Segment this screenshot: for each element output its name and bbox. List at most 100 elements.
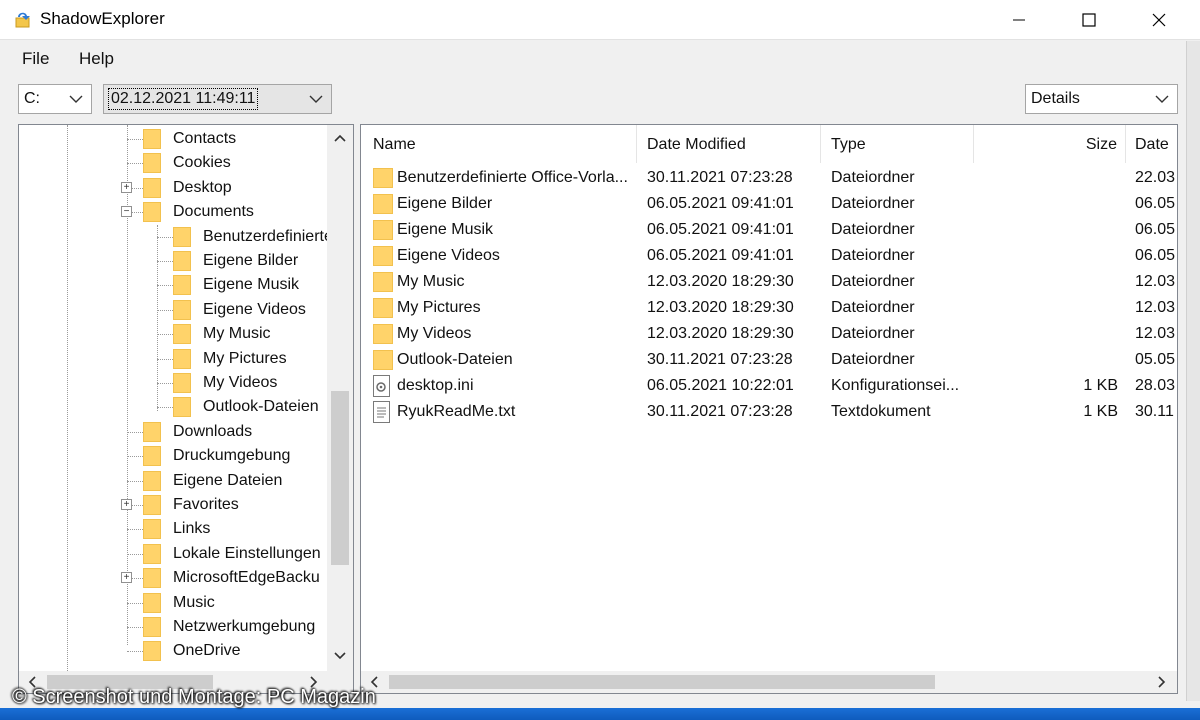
tree-item[interactable]: Eigene Bilder	[19, 249, 325, 273]
list-item[interactable]: Outlook-Dateien 30.11.2021 07:23:28 Dateio…	[361, 347, 1177, 373]
folder-icon	[173, 397, 191, 418]
folder-icon	[373, 272, 393, 292]
tree-item[interactable]: − Documents	[19, 200, 325, 224]
tree-connector	[157, 309, 173, 311]
cell-date-modified: 06.05.2021 09:41:01	[647, 247, 794, 264]
list-item[interactable]: My Music 12.03.2020 18:29:30 Dateiordner 12…	[361, 269, 1177, 295]
column-date-modified[interactable]: Date Modified	[637, 125, 821, 163]
tree-item[interactable]: Eigene Videos	[19, 298, 325, 322]
list-item[interactable]: Eigene Musik 06.05.2021 09:41:01 Dateiordn…	[361, 217, 1177, 243]
cell-date: 30.11	[1135, 403, 1174, 420]
tree-item-label: Eigene Bilder	[203, 252, 299, 269]
close-button[interactable]	[1124, 0, 1194, 40]
tree-connector	[157, 261, 173, 262]
tree-item[interactable]: Netzwerkumgebung	[19, 615, 325, 639]
tree-item[interactable]: + MicrosoftEdgeBacku	[19, 566, 325, 590]
tree-item[interactable]: Downloads	[19, 420, 325, 444]
list-item[interactable]: My Videos 12.03.2020 18:29:30 Dateiordner 1…	[361, 321, 1177, 347]
snapshot-date-select[interactable]: 02.12.2021 11:49:11	[103, 84, 332, 114]
tree-item-label: OneDrive	[173, 642, 241, 660]
view-mode-select[interactable]: Details	[1025, 84, 1178, 114]
collapse-icon[interactable]: −	[121, 206, 132, 218]
tree-item[interactable]: Eigene Musik	[19, 273, 325, 297]
cell-type: Dateiordner	[831, 195, 915, 212]
tree-item[interactable]: + Desktop	[19, 176, 325, 200]
expand-icon[interactable]: +	[121, 181, 132, 193]
close-icon	[1152, 13, 1166, 27]
list-item[interactable]: RyukReadMe.txt 30.11.2021 07:23:28 Textdok…	[361, 399, 1177, 425]
tree-item-label: Links	[173, 520, 211, 538]
folder-icon	[373, 194, 393, 214]
scroll-down-icon[interactable]	[334, 651, 346, 661]
folder-icon	[143, 641, 161, 662]
cell-size: 1 KB	[1083, 403, 1118, 420]
column-size[interactable]: Size	[974, 125, 1126, 163]
tree-connector	[127, 553, 143, 555]
folder-tree[interactable]: Contacts Cookies + Desktop − Documents Benutze…	[18, 124, 354, 694]
list-item[interactable]: Eigene Videos 06.05.2021 09:41:01 Dateiord…	[361, 243, 1177, 269]
tree-connector	[157, 334, 173, 336]
tree-connector	[127, 529, 143, 531]
tree-item[interactable]: Eigene Dateien	[19, 469, 325, 493]
menu-bar: File Help	[0, 41, 1200, 77]
cell-date: 06.05	[1135, 247, 1176, 264]
tree-item[interactable]: Outlook-Dateien	[19, 395, 325, 419]
list-item[interactable]: Benutzerdefinierte Office-Vorla... 30.11.…	[361, 165, 1177, 191]
list-horizontal-scrollbar[interactable]	[361, 671, 1177, 693]
maximize-button[interactable]	[1054, 0, 1124, 40]
tree-item-label: Eigene Musik	[203, 276, 300, 294]
cell-date-modified: 06.05.2021 09:41:01	[647, 195, 794, 212]
scroll-up-icon[interactable]	[334, 133, 346, 143]
tree-item[interactable]: My Music	[19, 322, 325, 346]
tree-item-label: Documents	[173, 203, 254, 221]
list-item[interactable]: Eigene Bilder 06.05.2021 09:41:01 Dateiord…	[361, 191, 1177, 217]
tree-item[interactable]: My Videos	[19, 371, 325, 395]
drive-select[interactable]: C:	[18, 84, 92, 114]
tree-scroll-thumb[interactable]	[331, 391, 349, 565]
tree-item[interactable]: My Pictures	[19, 347, 325, 371]
view-mode-value: Details	[1031, 90, 1080, 107]
folder-icon	[143, 470, 161, 491]
column-type[interactable]: Type	[821, 125, 974, 163]
file-list[interactable]: Name Date Modified Type Size Date Benutz…	[360, 124, 1178, 694]
tree-item-label: My Music	[203, 325, 271, 343]
tree-item[interactable]: OneDrive	[19, 639, 325, 663]
column-date[interactable]: Date	[1126, 125, 1177, 163]
tree-vertical-scrollbar[interactable]	[327, 125, 353, 671]
expand-icon[interactable]: +	[121, 572, 132, 584]
list-hscroll-thumb[interactable]	[389, 675, 935, 689]
minimize-icon	[1013, 19, 1025, 21]
tree-item[interactable]: Benutzerdefinierte	[19, 225, 333, 249]
tree-item-label: MicrosoftEdgeBacku	[173, 569, 320, 587]
tree-item[interactable]: Druckumgebung	[19, 444, 325, 468]
tree-connector	[157, 358, 173, 360]
expand-icon[interactable]: +	[121, 499, 132, 510]
tree-connector	[157, 383, 173, 384]
app-icon	[15, 12, 30, 28]
tree-item-label: Outlook-Dateien	[203, 398, 319, 416]
menu-file[interactable]: File	[22, 49, 49, 69]
tree-connector	[127, 651, 143, 653]
list-item[interactable]: My Pictures 12.03.2020 18:29:30 Dateiordne…	[361, 295, 1177, 321]
tree-item[interactable]: Lokale Einstellungen	[19, 542, 325, 566]
tree-connector	[127, 431, 143, 433]
folder-icon	[143, 153, 161, 174]
folder-icon	[173, 275, 191, 296]
watermark-caption: © Screenshot und Montage: PC Magazin	[12, 686, 376, 708]
menu-help[interactable]: Help	[79, 49, 114, 69]
tree-item[interactable]: Links	[19, 517, 325, 541]
tree-item[interactable]: Contacts	[19, 127, 325, 151]
column-name[interactable]: Name	[361, 125, 637, 163]
tree-item[interactable]: + Favorites	[19, 493, 325, 517]
maximize-icon	[1082, 13, 1096, 27]
tree-item-label: Favorites	[173, 496, 239, 513]
tree-item[interactable]: Cookies	[19, 151, 325, 175]
folder-icon	[143, 202, 161, 223]
scroll-right-icon[interactable]	[1157, 676, 1167, 688]
cell-name: Outlook-Dateien	[397, 351, 513, 368]
tree-item-label: Druckumgebung	[173, 447, 291, 465]
minimize-button[interactable]	[984, 0, 1054, 40]
tree-item-label: My Videos	[203, 374, 278, 391]
list-item[interactable]: desktop.ini 06.05.2021 10:22:01 Konfigurat…	[361, 373, 1177, 399]
tree-item[interactable]: Music	[19, 591, 325, 615]
